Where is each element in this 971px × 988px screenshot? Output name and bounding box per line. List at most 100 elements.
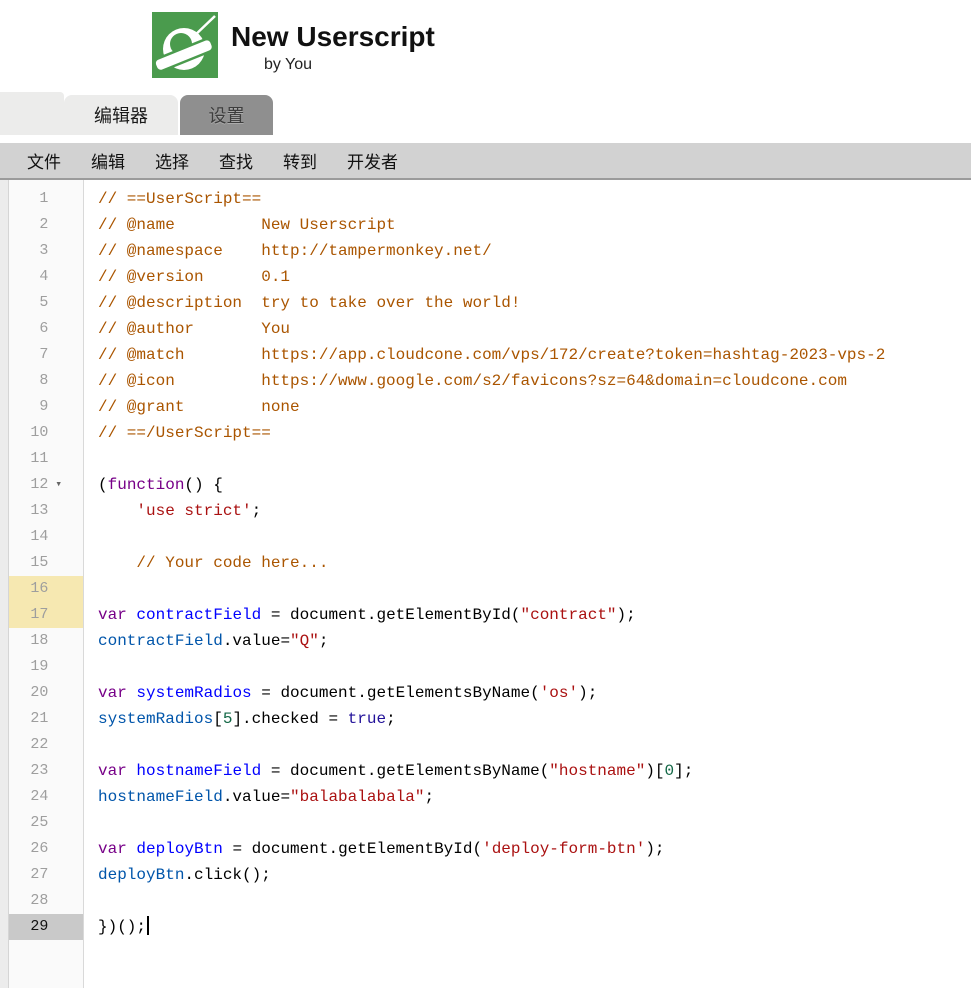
gutter-row[interactable]: 28 (9, 888, 83, 914)
code-line[interactable]: // @description try to take over the wor… (98, 290, 971, 316)
code-line[interactable]: hostnameField.value="balabalabala"; (98, 784, 971, 810)
line-number[interactable]: 20 (9, 680, 48, 706)
line-number[interactable]: 28 (9, 888, 48, 914)
code-line[interactable] (98, 576, 971, 602)
code-line[interactable] (98, 732, 971, 758)
code-line[interactable] (98, 654, 971, 680)
gutter-row[interactable]: 9 (9, 394, 83, 420)
gutter-row[interactable]: 23 (9, 758, 83, 784)
code-line[interactable]: 'use strict'; (98, 498, 971, 524)
code-line[interactable]: // @icon https://www.google.com/s2/favic… (98, 368, 971, 394)
gutter-row[interactable]: 5 (9, 290, 83, 316)
gutter-row[interactable]: 25 (9, 810, 83, 836)
line-number[interactable]: 4 (9, 264, 48, 290)
menu-item-developer[interactable]: 开发者 (347, 148, 398, 173)
line-number[interactable]: 26 (9, 836, 48, 862)
fold-arrow-icon[interactable]: ▾ (48, 472, 83, 498)
gutter-row[interactable]: 19 (9, 654, 83, 680)
menu-item-edit[interactable]: 编辑 (91, 148, 125, 173)
line-number[interactable]: 6 (9, 316, 48, 342)
gutter-row[interactable]: 10 (9, 420, 83, 446)
menu-item-select[interactable]: 选择 (155, 148, 189, 173)
fold-gutter-cell (48, 446, 83, 472)
code-line[interactable] (98, 446, 971, 472)
menu-item-find[interactable]: 查找 (219, 148, 253, 173)
line-number[interactable]: 11 (9, 446, 48, 472)
code-line[interactable]: // @grant none (98, 394, 971, 420)
gutter-row[interactable]: 16 (9, 576, 83, 602)
gutter-row[interactable]: 3 (9, 238, 83, 264)
menu-item-file[interactable]: 文件 (27, 148, 61, 173)
code-line[interactable] (98, 888, 971, 914)
line-number[interactable]: 7 (9, 342, 48, 368)
gutter-row[interactable]: 13 (9, 498, 83, 524)
gutter-row[interactable]: 20 (9, 680, 83, 706)
code-line[interactable]: var contractField = document.getElementB… (98, 602, 971, 628)
menu-item-goto[interactable]: 转到 (283, 148, 317, 173)
line-number[interactable]: 21 (9, 706, 48, 732)
code-line[interactable]: var deployBtn = document.getElementById(… (98, 836, 971, 862)
code-line[interactable]: // @version 0.1 (98, 264, 971, 290)
line-number[interactable]: 29 (9, 914, 48, 940)
line-number[interactable]: 23 (9, 758, 48, 784)
code-line[interactable]: contractField.value="Q"; (98, 628, 971, 654)
gutter-row[interactable]: 22 (9, 732, 83, 758)
gutter-row[interactable]: 21 (9, 706, 83, 732)
code-line[interactable]: })(); (98, 914, 971, 940)
line-number[interactable]: 19 (9, 654, 48, 680)
line-number[interactable]: 12 (9, 472, 48, 498)
breakpoint-gutter[interactable] (0, 180, 9, 988)
gutter-row[interactable]: 4 (9, 264, 83, 290)
line-number[interactable]: 5 (9, 290, 48, 316)
line-number[interactable]: 1 (9, 186, 48, 212)
tab-editor[interactable]: 编辑器 (64, 95, 178, 135)
gutter-row[interactable]: 2 (9, 212, 83, 238)
line-number[interactable]: 16 (9, 576, 48, 602)
code-line[interactable]: // Your code here... (98, 550, 971, 576)
line-number[interactable]: 2 (9, 212, 48, 238)
line-number[interactable]: 13 (9, 498, 48, 524)
gutter-row[interactable]: 6 (9, 316, 83, 342)
gutter-row[interactable]: 7 (9, 342, 83, 368)
code-line[interactable]: // ==/UserScript== (98, 420, 971, 446)
editor-gutter[interactable]: 123456789101112▾131415161718192021222324… (9, 180, 84, 988)
tab-settings[interactable]: 设置 (180, 95, 273, 135)
code-line[interactable]: (function() { (98, 472, 971, 498)
gutter-row[interactable]: 11 (9, 446, 83, 472)
gutter-row[interactable]: 12▾ (9, 472, 83, 498)
code-line[interactable]: // @namespace http://tampermonkey.net/ (98, 238, 971, 264)
gutter-row[interactable]: 17 (9, 602, 83, 628)
gutter-row[interactable]: 26 (9, 836, 83, 862)
gutter-row[interactable]: 18 (9, 628, 83, 654)
code-line[interactable]: // ==UserScript== (98, 186, 971, 212)
line-number[interactable]: 14 (9, 524, 48, 550)
code-line[interactable]: deployBtn.click(); (98, 862, 971, 888)
line-number[interactable]: 24 (9, 784, 48, 810)
line-number[interactable]: 17 (9, 602, 48, 628)
gutter-row[interactable]: 14 (9, 524, 83, 550)
line-number[interactable]: 3 (9, 238, 48, 264)
line-number[interactable]: 10 (9, 420, 48, 446)
code-line[interactable]: // @author You (98, 316, 971, 342)
line-number[interactable]: 9 (9, 394, 48, 420)
gutter-row[interactable]: 27 (9, 862, 83, 888)
line-number[interactable]: 22 (9, 732, 48, 758)
gutter-row[interactable]: 1 (9, 186, 83, 212)
line-number[interactable]: 8 (9, 368, 48, 394)
code-line[interactable]: // @name New Userscript (98, 212, 971, 238)
code-line[interactable] (98, 524, 971, 550)
gutter-row[interactable]: 24 (9, 784, 83, 810)
code-line[interactable]: var systemRadios = document.getElementsB… (98, 680, 971, 706)
code-area[interactable]: // ==UserScript==// @name New Userscript… (84, 180, 971, 988)
line-number[interactable]: 15 (9, 550, 48, 576)
code-line[interactable] (98, 810, 971, 836)
code-line[interactable]: systemRadios[5].checked = true; (98, 706, 971, 732)
line-number[interactable]: 18 (9, 628, 48, 654)
gutter-row[interactable]: 29 (9, 914, 83, 940)
code-line[interactable]: var hostnameField = document.getElements… (98, 758, 971, 784)
gutter-row[interactable]: 15 (9, 550, 83, 576)
gutter-row[interactable]: 8 (9, 368, 83, 394)
code-line[interactable]: // @match https://app.cloudcone.com/vps/… (98, 342, 971, 368)
line-number[interactable]: 27 (9, 862, 48, 888)
line-number[interactable]: 25 (9, 810, 48, 836)
